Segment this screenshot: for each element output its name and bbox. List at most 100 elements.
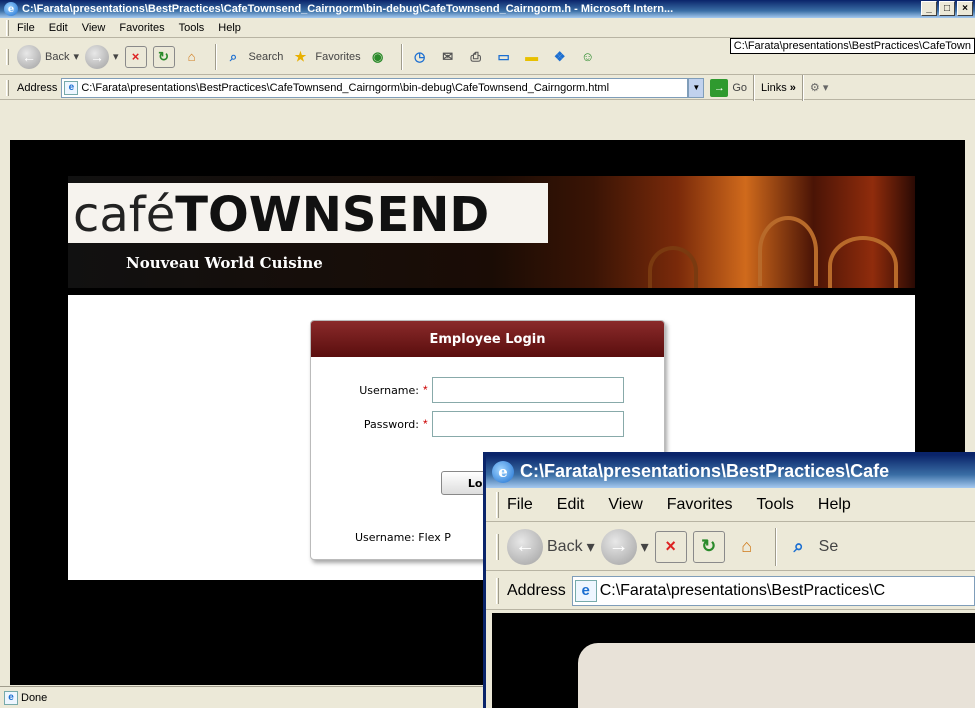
close-button[interactable]: × — [957, 1, 973, 16]
back-button[interactable]: ← Back ▾ — [17, 44, 79, 69]
menu-help[interactable]: Help — [818, 496, 851, 514]
address-bar: Address e C:\Farata\presentations\BestPr… — [0, 74, 975, 101]
menu-edit[interactable]: Edit — [557, 496, 585, 514]
home-button[interactable]: ⌂ — [731, 531, 763, 563]
toolbar-separator — [753, 74, 756, 101]
logo-cafe-text: café — [73, 187, 176, 243]
links-label: Links — [761, 81, 787, 94]
title-bar[interactable]: e C:\Farata\presentations\BestPractices\… — [486, 455, 975, 488]
login-hint: Username: Flex P — [355, 531, 451, 544]
toolbar-grip[interactable] — [6, 48, 9, 65]
media-icon: ◉ — [371, 48, 384, 64]
history-button[interactable]: ◷ — [409, 46, 431, 68]
research-button[interactable]: ❖ — [549, 46, 571, 68]
forward-arrow-icon: → — [600, 528, 637, 565]
search-label: Se — [818, 537, 839, 555]
home-icon: ⌂ — [741, 536, 753, 556]
search-button[interactable]: ⌕ Search — [223, 46, 284, 68]
mail-icon: ✉ — [442, 48, 454, 64]
address-input[interactable]: e C:\Farata\presentations\BestPractices\… — [571, 575, 975, 606]
menu-view[interactable]: View — [608, 496, 642, 514]
chair-decoration — [828, 236, 898, 288]
login-header: Employee Login — [311, 321, 664, 357]
toolbar-grip[interactable] — [496, 533, 499, 560]
password-input[interactable] — [431, 411, 624, 437]
address-dropdown-button[interactable]: ▼ — [688, 77, 705, 98]
chevron-down-icon: ▾ — [640, 538, 649, 556]
messenger-icon: ☺ — [581, 49, 595, 64]
toolbar-grip[interactable] — [6, 19, 9, 36]
toolbar-grip[interactable] — [496, 491, 499, 518]
window-title: C:\Farata\presentations\BestPractices\Ca… — [520, 461, 890, 481]
menu-file[interactable]: File — [507, 496, 533, 514]
maximize-button[interactable]: □ — [939, 1, 955, 16]
chair-decoration — [648, 246, 698, 288]
favorites-star-icon: ★ — [294, 48, 307, 64]
page-content — [492, 613, 975, 708]
folder-icon: ▬ — [525, 49, 539, 64]
address-url: C:\Farata\presentations\BestPractices\C — [599, 581, 886, 599]
address-input[interactable]: e C:\Farata\presentations\BestPractices\… — [61, 77, 689, 98]
toolbar-separator — [801, 74, 804, 101]
back-arrow-icon: ← — [507, 528, 543, 565]
ie-icon: e — [4, 2, 18, 16]
menu-edit[interactable]: Edit — [49, 22, 68, 34]
search-label: Search — [248, 50, 284, 63]
toolbar-separator — [774, 527, 777, 566]
menu-favorites[interactable]: Favorites — [119, 22, 164, 34]
media-button[interactable]: ◉ — [367, 46, 389, 68]
extension-icon[interactable]: ⚙ ▾ — [810, 81, 828, 94]
go-label: Go — [732, 81, 748, 94]
username-input[interactable] — [431, 377, 624, 403]
stop-icon: × — [654, 530, 687, 563]
browser-window-zoomed: e C:\Farata\presentations\BestPractices\… — [483, 452, 975, 708]
menu-help[interactable]: Help — [218, 22, 241, 34]
toolbar-grip[interactable] — [6, 79, 9, 96]
stop-button[interactable]: × — [124, 45, 147, 68]
back-arrow-icon: ← — [17, 44, 41, 69]
standard-toolbar: ← Back ▾ → ▾ × ↻ ⌂ ⌕ Search ★ Favorites … — [0, 39, 975, 75]
menu-view[interactable]: View — [82, 22, 106, 34]
refresh-icon: ↻ — [152, 45, 175, 68]
back-button[interactable]: ← Back ▾ — [507, 528, 595, 565]
menu-favorites[interactable]: Favorites — [667, 496, 733, 514]
menu-bar: File Edit View Favorites Tools Help C:\F… — [0, 18, 975, 54]
username-label: Username: — [359, 383, 419, 397]
menu-tools[interactable]: Tools — [757, 496, 794, 514]
home-button[interactable]: ⌂ — [181, 46, 203, 68]
minimize-button[interactable]: _ — [921, 1, 937, 16]
search-button[interactable]: ⌕ Se — [783, 531, 839, 563]
messenger-button[interactable]: ☺ — [577, 46, 599, 68]
toolbar-grip[interactable] — [496, 577, 499, 604]
mail-button[interactable]: ✉ — [437, 46, 459, 68]
forward-button[interactable]: → ▾ — [600, 528, 649, 565]
folder-button[interactable]: ▬ — [521, 46, 543, 68]
go-button[interactable]: → Go — [710, 78, 748, 97]
toolbar-separator — [400, 43, 403, 70]
print-button[interactable]: ⎙ — [465, 46, 487, 68]
links-button[interactable]: Links » — [761, 82, 796, 94]
chevron-down-icon: ▾ — [586, 538, 595, 556]
favorites-button[interactable]: ★ Favorites — [289, 46, 361, 68]
password-label: Password: — [363, 417, 419, 431]
refresh-button[interactable]: ↻ — [692, 530, 725, 563]
refresh-icon: ↻ — [692, 530, 725, 563]
stop-icon: × — [124, 45, 147, 68]
required-mark: * — [423, 417, 428, 431]
page-banner-fragment — [578, 643, 975, 708]
edit-button[interactable]: ▭ — [493, 46, 515, 68]
username-row: Username: * — [311, 377, 624, 403]
logo: café TOWNSEND — [68, 183, 548, 243]
chair-decoration — [758, 216, 818, 286]
stop-button[interactable]: × — [654, 530, 687, 563]
chevron-right-icon: » — [789, 81, 796, 94]
refresh-button[interactable]: ↻ — [152, 45, 175, 68]
cafe-banner: café TOWNSEND Nouveau World Cuisine — [68, 176, 915, 288]
menu-file[interactable]: File — [17, 22, 35, 34]
menu-tools[interactable]: Tools — [179, 22, 205, 34]
tagline: Nouveau World Cuisine — [126, 254, 323, 272]
title-bar[interactable]: e C:\Farata\presentations\BestPractices\… — [0, 0, 975, 18]
chevron-down-icon: ▾ — [73, 51, 79, 63]
forward-button[interactable]: → ▾ — [85, 44, 119, 69]
history-icon: ◷ — [413, 48, 426, 64]
